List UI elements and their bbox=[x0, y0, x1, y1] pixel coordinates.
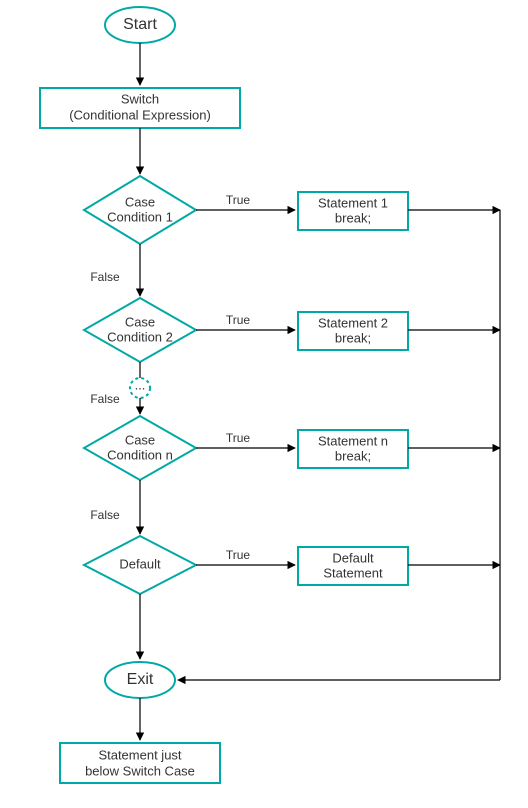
edge-label-true-1: True bbox=[226, 193, 251, 207]
case1-label-2: Condition 1 bbox=[107, 209, 173, 224]
below-label-2: below Switch Case bbox=[85, 763, 195, 778]
stmtn-label-2: break; bbox=[335, 448, 371, 463]
casen-label-2: Condition n bbox=[107, 447, 173, 462]
stmt2-label-1: Statement 2 bbox=[318, 315, 388, 330]
edge-label-false-n: False bbox=[90, 508, 120, 522]
stmtn-label-1: Statement n bbox=[318, 433, 388, 448]
below-label-1: Statement just bbox=[98, 747, 181, 762]
case1-label-1: Case bbox=[125, 194, 155, 209]
default-label: Default bbox=[119, 556, 161, 571]
stmtdef-label-1: Default bbox=[332, 550, 374, 565]
exit-label: Exit bbox=[127, 671, 154, 688]
case2-label-2: Condition 2 bbox=[107, 329, 173, 344]
stmt1-label-1: Statement 1 bbox=[318, 195, 388, 210]
edge-label-false-1: False bbox=[90, 270, 120, 284]
edge-label-true-n: True bbox=[226, 431, 251, 445]
edge-label-true-def: True bbox=[226, 548, 251, 562]
edge-label-true-2: True bbox=[226, 313, 251, 327]
stmtdef-label-2: Statement bbox=[323, 565, 383, 580]
stmt2-label-2: break; bbox=[335, 330, 371, 345]
edge-label-false-2: False bbox=[90, 392, 120, 406]
switch-label-1: Switch bbox=[121, 91, 159, 106]
stmt1-label-2: break; bbox=[335, 210, 371, 225]
switch-flowchart: Start Switch (Conditional Expression) Ca… bbox=[0, 0, 528, 808]
start-label: Start bbox=[123, 16, 157, 33]
casen-label-1: Case bbox=[125, 432, 155, 447]
switch-label-2: (Conditional Expression) bbox=[69, 107, 211, 122]
case2-label-1: Case bbox=[125, 314, 155, 329]
ellipsis-label: ... bbox=[135, 377, 146, 392]
